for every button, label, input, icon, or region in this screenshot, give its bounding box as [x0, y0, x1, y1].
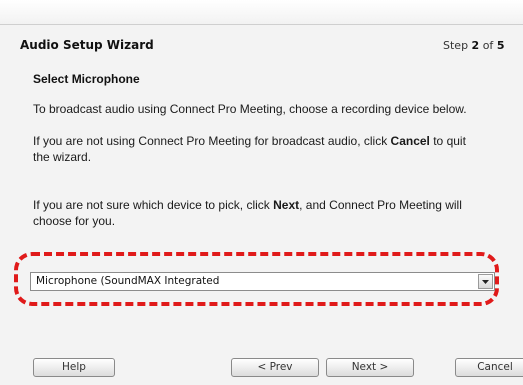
next-button[interactable]: Next > — [326, 358, 414, 377]
step-mid: of — [479, 39, 497, 52]
footer-divider — [0, 342, 523, 343]
para3-next-bold: Next — [273, 198, 300, 212]
chevron-down-icon[interactable] — [478, 274, 493, 289]
audio-setup-wizard-dialog: Audio Setup Wizard Step 2 of 5 Select Mi… — [0, 0, 523, 385]
chevron-down-icon-glyph — [482, 279, 489, 284]
instruction-paragraph-1: To broadcast audio using Connect Pro Mee… — [33, 102, 467, 116]
prev-button[interactable]: < Prev — [231, 358, 319, 377]
step-total: 5 — [496, 39, 505, 52]
para3-prefix: If you are not sure which device to pick… — [33, 198, 274, 212]
instruction-paragraph-2: If you are not using Connect Pro Meeting… — [33, 133, 483, 165]
para2-prefix: If you are not using Connect Pro Meeting… — [33, 134, 391, 148]
cancel-button[interactable]: Cancel — [455, 358, 523, 377]
para2-cancel-bold: Cancel — [390, 134, 430, 148]
microphone-select-value: Microphone (SoundMAX Integrated — [36, 275, 220, 287]
step-prefix: Step — [443, 39, 472, 52]
help-button[interactable]: Help — [33, 358, 115, 377]
instruction-paragraph-3: If you are not sure which device to pick… — [33, 197, 483, 229]
dialog-top-band — [0, 0, 523, 24]
step-indicator: Step 2 of 5 — [443, 39, 504, 52]
wizard-title: Audio Setup Wizard — [20, 38, 154, 52]
microphone-select[interactable]: Microphone (SoundMAX Integrated — [30, 272, 495, 291]
wizard-header: Audio Setup Wizard Step 2 of 5 — [0, 25, 523, 61]
section-title: Select Microphone — [33, 72, 140, 86]
